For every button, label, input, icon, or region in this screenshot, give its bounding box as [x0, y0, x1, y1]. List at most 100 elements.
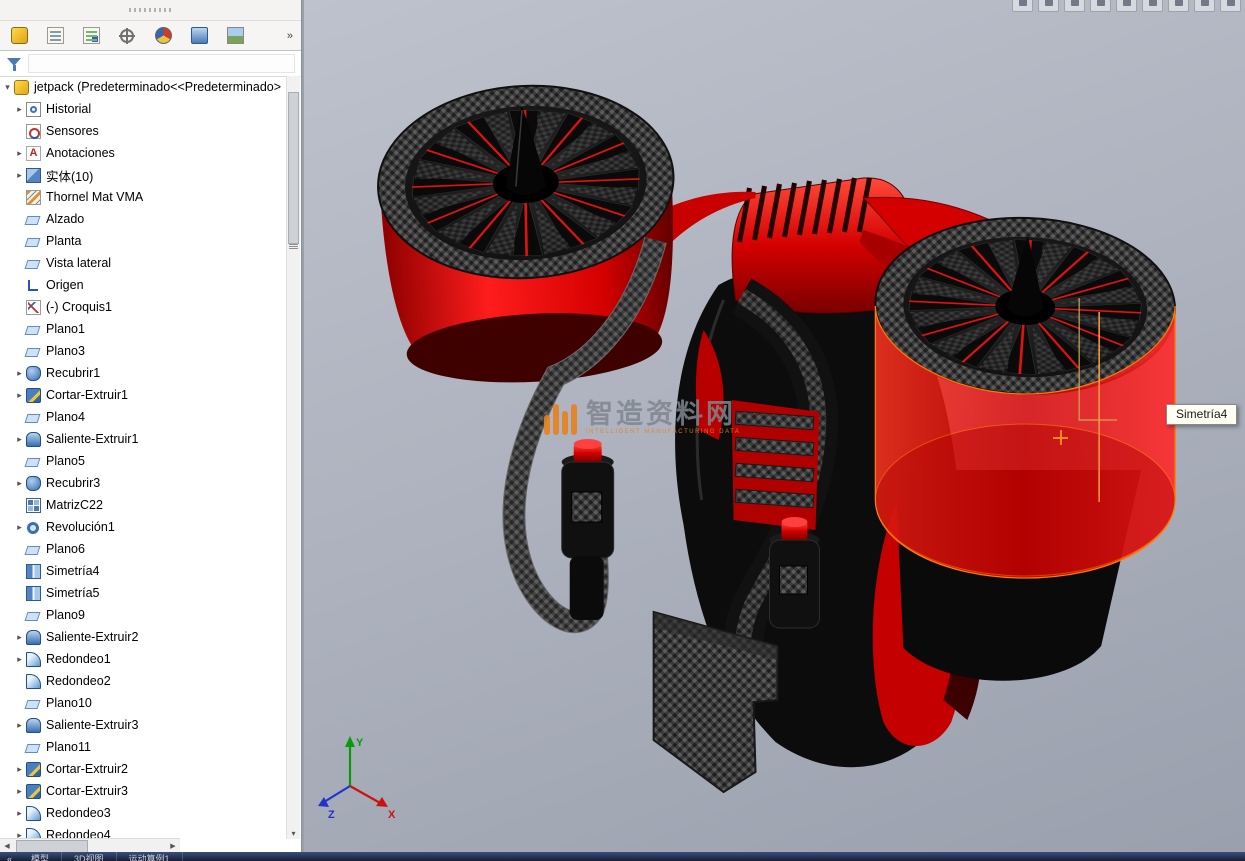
- tree-item[interactable]: ▸ MatrizC22: [0, 494, 287, 516]
- tree-item[interactable]: ▸ (-) Croquis1: [0, 296, 287, 318]
- tree-item[interactable]: ▸ Planta: [0, 230, 287, 252]
- configurationmanager-icon: [120, 29, 134, 43]
- document-tab[interactable]: 3D视图: [62, 852, 117, 861]
- sensors-icon: [26, 124, 41, 139]
- zoom-area-icon[interactable]: [1038, 0, 1059, 12]
- expand-icon[interactable]: ▸: [13, 472, 26, 494]
- collapse-icon[interactable]: ▾: [1, 76, 14, 98]
- tree-item[interactable]: ▸ Saliente-Extruir1: [0, 428, 287, 450]
- hide-show-items-icon[interactable]: [1168, 0, 1189, 12]
- vent-slats[interactable]: [732, 400, 820, 530]
- scrollbar-grip[interactable]: [289, 244, 298, 249]
- edit-appearance-icon[interactable]: [1194, 0, 1215, 12]
- tree-item[interactable]: ▸ Redondeo3: [0, 802, 287, 824]
- scroll-down-icon[interactable]: ▾: [287, 829, 300, 838]
- tabs-overflow-button[interactable]: »: [283, 30, 297, 42]
- tree-item[interactable]: ▸ Recubrir1: [0, 362, 287, 384]
- tree-item[interactable]: ▸ Plano5: [0, 450, 287, 472]
- filter-input[interactable]: [28, 54, 295, 73]
- filter-funnel-icon[interactable]: [6, 56, 22, 72]
- tree-item[interactable]: ▸ Plano9: [0, 604, 287, 626]
- jetpack-3d-model[interactable]: [304, 0, 1245, 852]
- tree-item[interactable]: ▸ Recubrir3: [0, 472, 287, 494]
- scroll-right-icon[interactable]: ▶: [166, 842, 180, 850]
- panel-tab[interactable]: [44, 25, 66, 47]
- expand-icon[interactable]: ▸: [13, 428, 26, 450]
- tree-horizontal-scrollbar[interactable]: ◀ ▶: [0, 838, 180, 852]
- expand-icon[interactable]: ▸: [13, 98, 26, 120]
- tree-item[interactable]: ▸ Anotaciones: [0, 142, 287, 164]
- left-turbine[interactable]: [373, 78, 684, 389]
- tree-item[interactable]: ▸ Redondeo2: [0, 670, 287, 692]
- display-style-icon[interactable]: [1142, 0, 1163, 12]
- triad-x-label: X: [388, 809, 396, 820]
- tree-vertical-scrollbar[interactable]: ▾: [286, 76, 300, 839]
- expand-icon[interactable]: ▸: [13, 758, 26, 780]
- tree-item[interactable]: ▸ Origen: [0, 274, 287, 296]
- section-view-icon[interactable]: [1090, 0, 1111, 12]
- panel-drag-handle[interactable]: [0, 0, 301, 21]
- tree-item[interactable]: ▸ Revolución1: [0, 516, 287, 538]
- zoom-fit-icon[interactable]: [1012, 0, 1033, 12]
- tree-item-label: Plano3: [46, 344, 85, 358]
- panel-tab[interactable]: [8, 25, 30, 47]
- view-settings-icon[interactable]: [1220, 0, 1241, 12]
- graphics-area[interactable]: 智造资料网 INTELLIGENT MANUFACTURING DATA Sim…: [304, 0, 1245, 852]
- tree-item[interactable]: ▸ Saliente-Extruir2: [0, 626, 287, 648]
- cut-extrude-icon: [26, 762, 41, 777]
- panel-tab[interactable]: [152, 25, 174, 47]
- expand-icon[interactable]: ▸: [13, 626, 26, 648]
- scrollbar-thumb[interactable]: [16, 840, 88, 852]
- tree-item[interactable]: ▸ 实体(10): [0, 164, 287, 186]
- tree-item[interactable]: ▸ Redondeo1: [0, 648, 287, 670]
- tree-item[interactable]: ▸ Plano10: [0, 692, 287, 714]
- tree-item[interactable]: ▸ Plano6: [0, 538, 287, 560]
- tree-item[interactable]: ▸ Plano4: [0, 406, 287, 428]
- tree-item[interactable]: ▸ Thornel Mat VMA: [0, 186, 287, 208]
- tree-item[interactable]: ▸ Simetría5: [0, 582, 287, 604]
- panel-tab[interactable]: [116, 25, 138, 47]
- expand-icon[interactable]: ▸: [13, 802, 26, 824]
- panel-tab[interactable]: [188, 25, 210, 47]
- tree-item-label: Plano11: [46, 740, 91, 754]
- expand-icon[interactable]: ▸: [13, 164, 26, 186]
- tree-item[interactable]: ▸ Simetría4: [0, 560, 287, 582]
- panel-tab[interactable]: [80, 25, 102, 47]
- previous-view-icon[interactable]: [1064, 0, 1085, 12]
- tree-item[interactable]: ▸ Cortar-Extruir1: [0, 384, 287, 406]
- tree-root-item[interactable]: ▾ jetpack (Predeterminado<<Predeterminad…: [0, 76, 287, 98]
- tree-item[interactable]: ▸ Alzado: [0, 208, 287, 230]
- tree-item[interactable]: ▸ Cortar-Extruir3: [0, 780, 287, 802]
- document-tab[interactable]: 模型: [19, 852, 62, 861]
- tree-item[interactable]: ▸ Plano1: [0, 318, 287, 340]
- feature-tree: ▾ jetpack (Predeterminado<<Predeterminad…: [0, 76, 287, 839]
- triad-y-label: Y: [356, 737, 364, 749]
- tree-item[interactable]: ▸ Plano3: [0, 340, 287, 362]
- panel-tab[interactable]: [224, 25, 246, 47]
- tree-item[interactable]: ▸ Historial: [0, 98, 287, 120]
- document-tab[interactable]: 运动算例1: [117, 852, 183, 861]
- plane-icon: [25, 612, 41, 621]
- tabs-scroll-left-button[interactable]: «: [0, 852, 19, 861]
- expand-icon[interactable]: ▸: [13, 384, 26, 406]
- scrollbar-track[interactable]: [14, 840, 166, 851]
- tree-item[interactable]: ▸ Plano11: [0, 736, 287, 758]
- expand-icon[interactable]: ▸: [13, 714, 26, 736]
- expand-icon[interactable]: ▸: [13, 648, 26, 670]
- tree-item[interactable]: ▸ Vista lateral: [0, 252, 287, 274]
- tree-item[interactable]: ▸ Saliente-Extruir3: [0, 714, 287, 736]
- expand-icon[interactable]: ▸: [13, 142, 26, 164]
- expand-icon[interactable]: ▸: [13, 516, 26, 538]
- tree-item[interactable]: ▸ Redondeo4: [0, 824, 287, 839]
- expand-icon[interactable]: ▸: [13, 780, 26, 802]
- scroll-left-icon[interactable]: ◀: [0, 842, 14, 850]
- tree-item[interactable]: ▸ Cortar-Extruir2: [0, 758, 287, 780]
- view-orientation-icon[interactable]: [1116, 0, 1137, 12]
- mirror-icon: [26, 586, 41, 601]
- expand-icon[interactable]: ▸: [13, 824, 26, 839]
- tree-item[interactable]: ▸ Sensores: [0, 120, 287, 142]
- propertymanager-icon: [83, 27, 100, 44]
- tree-item-label: Plano6: [46, 542, 85, 556]
- scrollbar-thumb[interactable]: [288, 92, 299, 244]
- expand-icon[interactable]: ▸: [13, 362, 26, 384]
